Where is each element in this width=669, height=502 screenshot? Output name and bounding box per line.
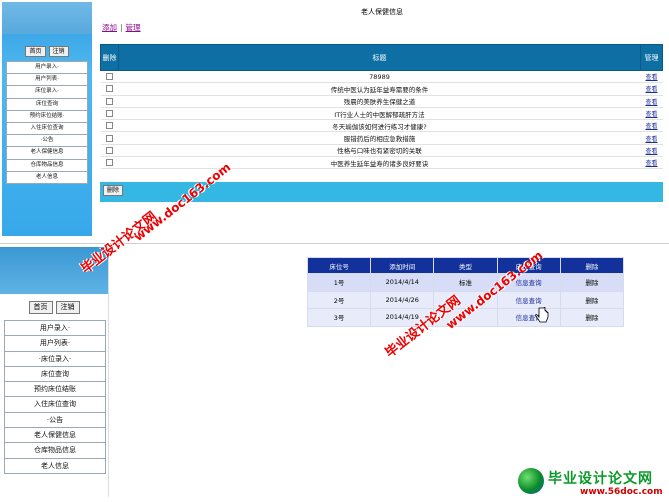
logout-button[interactable]: 注销 <box>48 46 69 57</box>
sidebar-item-health-info[interactable]: 老人保健信息 <box>4 427 106 443</box>
bottom-screenshot-panel: 首页 注销 用户录入· 用户列表· ·床位录入· 床位查询 预约床位结账 入住床… <box>0 245 669 502</box>
row-title: 残晨的美肤养生保健之道 <box>118 95 641 108</box>
added-time-cell: 2014/4/26 <box>370 290 435 309</box>
view-link[interactable]: 查看 <box>640 119 663 133</box>
table-row: 中医养生延年益寿的诸多良好要诀 查看 <box>100 156 663 170</box>
row-title: 中医养生延年益寿的诸多良好要诀 <box>118 156 641 170</box>
row-checkbox[interactable] <box>106 110 113 118</box>
row-checkbox[interactable] <box>106 85 113 93</box>
row-title: 78989 <box>118 70 641 84</box>
bed-number-cell: 2号 <box>306 290 372 309</box>
row-title: 传统中医认为延年益寿需要的条件 <box>118 82 641 96</box>
sidebar-item-user-entry[interactable]: 用户录入· <box>4 320 106 336</box>
sidebar-header <box>2 2 92 34</box>
row-title: IT行业人士的中医解郁疏肝方法 <box>118 107 641 121</box>
table-row: 78989 查看 <box>100 70 663 84</box>
column-header-delete: 删除 <box>100 44 119 71</box>
view-link[interactable]: 查看 <box>640 95 663 108</box>
view-link[interactable]: 查看 <box>640 107 663 121</box>
page-title: 老人保健信息 <box>361 8 403 16</box>
added-time-cell: 2014/4/14 <box>370 273 435 292</box>
add-link[interactable]: 添加 <box>102 23 117 32</box>
bed-number-cell: 3号 <box>306 308 372 327</box>
row-checkbox[interactable] <box>106 122 113 130</box>
hand-cursor-icon <box>535 307 549 323</box>
table-row: 性格与口味也有紧密切的关联 查看 <box>100 144 663 158</box>
sidebar-item-notice[interactable]: ·公告 <box>6 134 88 147</box>
sidebar-item-bed-checkout[interactable]: 预约床位结账 <box>4 381 106 397</box>
logo-emblem-icon <box>518 468 544 494</box>
column-header-title: 标题 <box>118 44 641 71</box>
sidebar-button-row: 首页 注销 <box>2 46 92 57</box>
view-link[interactable]: 查看 <box>640 144 663 158</box>
sidebar-button-row: 首页 注销 <box>0 301 108 314</box>
sidebar-item-warehouse[interactable]: 仓库物品信息 <box>6 158 88 171</box>
delete-link[interactable]: 删除 <box>559 290 625 309</box>
bed-number-cell: 1号 <box>306 273 372 292</box>
table-row: 冬天瑜伽该如何进行练习才健康? 查看 <box>100 119 663 133</box>
site-logo: 毕业设计论文网 www.56doc.com <box>518 468 668 502</box>
sidebar-item-user-entry[interactable]: 用户录入· <box>6 61 88 74</box>
column-header-manage: 管理 <box>640 44 663 71</box>
top-screenshot-panel: 首页 注销 用户录入· 用户列表· 床位录入· 床位查询 预约床位结账· 入住床… <box>0 0 669 244</box>
table-row: 服错药后的相应急救措施 查看 <box>100 131 663 145</box>
sidebar-menu: 用户录入· 用户列表· 床位录入· 床位查询 预约床位结账· 入住床位查询 ·公… <box>6 61 88 184</box>
logo-title: 毕业设计论文网 <box>548 471 653 487</box>
action-links: 添加 | 管理 <box>102 22 141 33</box>
logo-url: www.56doc.com <box>580 487 663 497</box>
sidebar-item-bed-entry[interactable]: 床位录入· <box>6 85 88 98</box>
table-row: 传统中医认为延年益寿需要的条件 查看 <box>100 82 663 96</box>
row-title: 性格与口味也有紧密切的关联 <box>118 144 641 158</box>
table-row: 残晨的美肤养生保健之道 查看 <box>100 95 663 108</box>
sidebar-item-notice[interactable]: ·公告 <box>4 411 106 428</box>
table-header-row: 床位号 添加时间 类型 床位查询 删除 <box>306 257 625 274</box>
view-link[interactable]: 查看 <box>640 82 663 96</box>
home-button[interactable]: 首页 <box>25 46 46 57</box>
delete-button[interactable]: 删除 <box>103 185 124 196</box>
health-info-table: 删除 标题 管理 78989 查看 传统中医认为延年益寿需要的条件 查看 残晨的… <box>100 44 663 170</box>
sidebar-item-occupancy-query[interactable]: 入住床位查询 <box>6 121 88 135</box>
sidebar-menu: 用户录入· 用户列表· ·床位录入· 床位查询 预约床位结账 入住床位查询 ·公… <box>4 320 106 474</box>
sidebar-item-user-list[interactable]: 用户列表· <box>6 73 88 86</box>
sidebar-item-bed-query[interactable]: 床位查询 <box>4 365 106 382</box>
sidebar-item-elder-info[interactable]: 老人信息 <box>6 170 88 184</box>
home-button[interactable]: 首页 <box>28 301 53 314</box>
row-checkbox[interactable] <box>106 146 113 154</box>
sidebar-item-bed-checkout[interactable]: 预约床位结账· <box>6 109 88 122</box>
row-checkbox[interactable] <box>106 73 113 81</box>
logout-button[interactable]: 注销 <box>55 301 80 314</box>
table-header-row: 删除 标题 管理 <box>100 44 663 71</box>
sidebar-item-user-list[interactable]: 用户列表· <box>4 335 106 351</box>
top-sidebar: 首页 注销 用户录入· 用户列表· 床位录入· 床位查询 预约床位结账· 入住床… <box>2 2 92 236</box>
row-checkbox[interactable] <box>106 134 113 142</box>
sidebar-item-bed-query[interactable]: 床位查询 <box>6 97 88 110</box>
column-header-added-time: 添加时间 <box>370 257 435 274</box>
sidebar-item-health-info[interactable]: 老人保健信息 <box>6 146 88 159</box>
sidebar-item-occupancy-query[interactable]: 入住床位查询 <box>4 396 106 412</box>
row-title: 服错药后的相应急救措施 <box>118 131 641 145</box>
column-header-bed-number: 床位号 <box>306 257 372 274</box>
row-checkbox[interactable] <box>106 159 113 167</box>
manage-link[interactable]: 管理 <box>126 23 141 32</box>
delete-link[interactable]: 删除 <box>559 308 625 327</box>
link-separator: | <box>120 23 123 32</box>
delete-link[interactable]: 删除 <box>559 273 625 292</box>
sidebar-item-elder-info[interactable]: 老人信息 <box>4 457 106 474</box>
sidebar-item-warehouse[interactable]: 仓库物品信息 <box>4 442 106 458</box>
column-header-delete: 删除 <box>559 257 625 274</box>
sidebar-item-bed-entry[interactable]: ·床位录入· <box>4 350 106 366</box>
info-query-link[interactable]: 信息查询 <box>496 290 561 309</box>
view-link[interactable]: 查看 <box>640 70 663 84</box>
row-checkbox[interactable] <box>106 97 113 105</box>
table-row: 1号 2014/4/14 标准 信息查询 删除 <box>306 273 625 292</box>
view-link[interactable]: 查看 <box>640 156 663 170</box>
view-link[interactable]: 查看 <box>640 131 663 145</box>
table-row: IT行业人士的中医解郁疏肝方法 查看 <box>100 107 663 121</box>
column-header-type: 类型 <box>433 257 498 274</box>
info-query-link[interactable]: 信息查询 <box>496 308 561 327</box>
bottom-sidebar: 首页 注销 用户录入· 用户列表· ·床位录入· 床位查询 预约床位结账 入住床… <box>0 247 109 497</box>
row-title: 冬天瑜伽该如何进行练习才健康? <box>118 119 641 133</box>
